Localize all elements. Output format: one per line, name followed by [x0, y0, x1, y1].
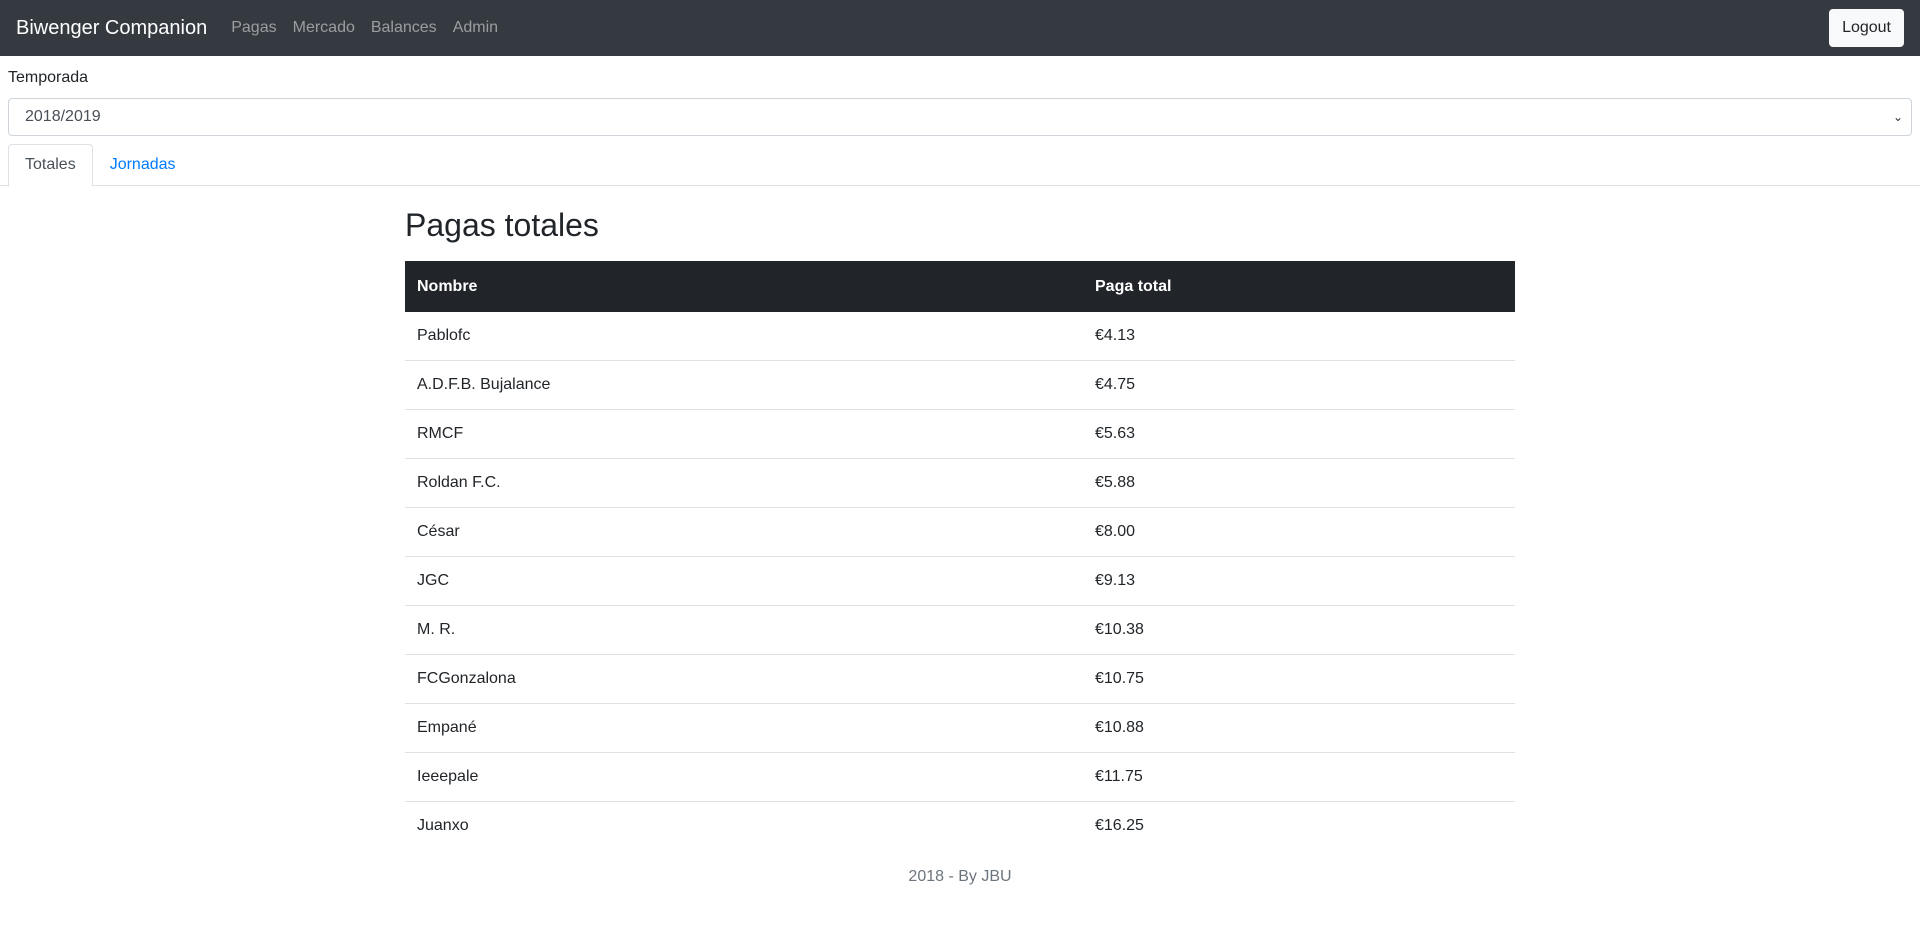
footer-text: 2018 - By JBU — [908, 868, 1012, 885]
row-total: €10.88 — [1083, 702, 1515, 752]
brand-link[interactable]: Biwenger Companion — [16, 17, 207, 40]
row-name: A.D.F.B. Bujalance — [405, 359, 1083, 409]
row-total: €5.88 — [1083, 457, 1515, 507]
row-total: €8.00 — [1083, 506, 1515, 556]
row-total: €4.13 — [1095, 326, 1136, 344]
row-name: FCGonzalona — [405, 653, 1083, 703]
nav-links: Pagas Mercado Balances Admin — [231, 19, 514, 37]
table-row: Roldan F.C. €5.88 — [405, 457, 1515, 507]
row-total: €10.38 — [1083, 604, 1515, 654]
row-name: M. R. — [405, 604, 1083, 654]
nav-link-pagas[interactable]: Pagas — [231, 19, 276, 37]
table-row: Ieeepale €11.75 — [405, 751, 1515, 801]
table-header-row: Nombre Paga total — [405, 261, 1515, 312]
row-name: Ieeepale — [405, 751, 1083, 801]
row-name: Pablofc — [417, 326, 471, 344]
table-row: César €8.00 — [405, 506, 1515, 556]
column-header-nombre: Nombre — [405, 261, 1083, 312]
table-row: RMCF €5.63 — [405, 408, 1515, 458]
page-title: Pagas totales — [405, 207, 599, 243]
season-select-value: 2018/2019 — [25, 108, 101, 125]
nav-link-balances[interactable]: Balances — [371, 19, 437, 37]
table-row: Empané €10.88 — [405, 702, 1515, 752]
chevron-down-icon: ⌄ — [1892, 110, 1903, 124]
totals-table: Nombre Paga total Pablofc €4.13 A.D.F.B.… — [405, 261, 1515, 850]
tab-bar: Totales Jornadas — [0, 144, 1920, 187]
row-name: Juanxo — [405, 800, 1083, 850]
table-row: Juanxo €16.25 — [405, 800, 1515, 850]
row-total: €9.13 — [1083, 555, 1515, 605]
tab-jornadas[interactable]: Jornadas — [93, 144, 193, 186]
row-name: César — [405, 506, 1083, 556]
tab-totales[interactable]: Totales — [8, 144, 93, 187]
logout-button[interactable]: Logout — [1829, 9, 1904, 47]
table-row: A.D.F.B. Bujalance €4.75 — [405, 359, 1515, 409]
row-total: €4.75 — [1083, 359, 1515, 409]
column-header-paga-total: Paga total — [1083, 261, 1515, 312]
table-row: Pablofc €4.13 — [405, 312, 1515, 360]
top-navbar: Biwenger Companion Pagas Mercado Balance… — [0, 0, 1920, 56]
table-row: JGC €9.13 — [405, 555, 1515, 605]
row-name: Empané — [405, 702, 1083, 752]
season-form: Temporada 2018/2019 ⌄ — [0, 56, 1920, 136]
row-total: €10.75 — [1083, 653, 1515, 703]
main-content: Pagas totales Nombre Paga total Pablofc … — [405, 206, 1515, 886]
row-name: JGC — [405, 555, 1083, 605]
nav-link-mercado[interactable]: Mercado — [293, 19, 355, 37]
season-select[interactable]: 2018/2019 ⌄ — [8, 98, 1912, 136]
row-name: RMCF — [405, 408, 1083, 458]
nav-link-admin[interactable]: Admin — [453, 19, 498, 37]
row-total: €11.75 — [1083, 751, 1515, 801]
table-row: FCGonzalona €10.75 — [405, 653, 1515, 703]
row-total: €5.63 — [1083, 408, 1515, 458]
row-total: €16.25 — [1083, 800, 1515, 850]
row-name: Roldan F.C. — [405, 457, 1083, 507]
season-label: Temporada — [8, 69, 89, 86]
table-row: M. R. €10.38 — [405, 604, 1515, 654]
